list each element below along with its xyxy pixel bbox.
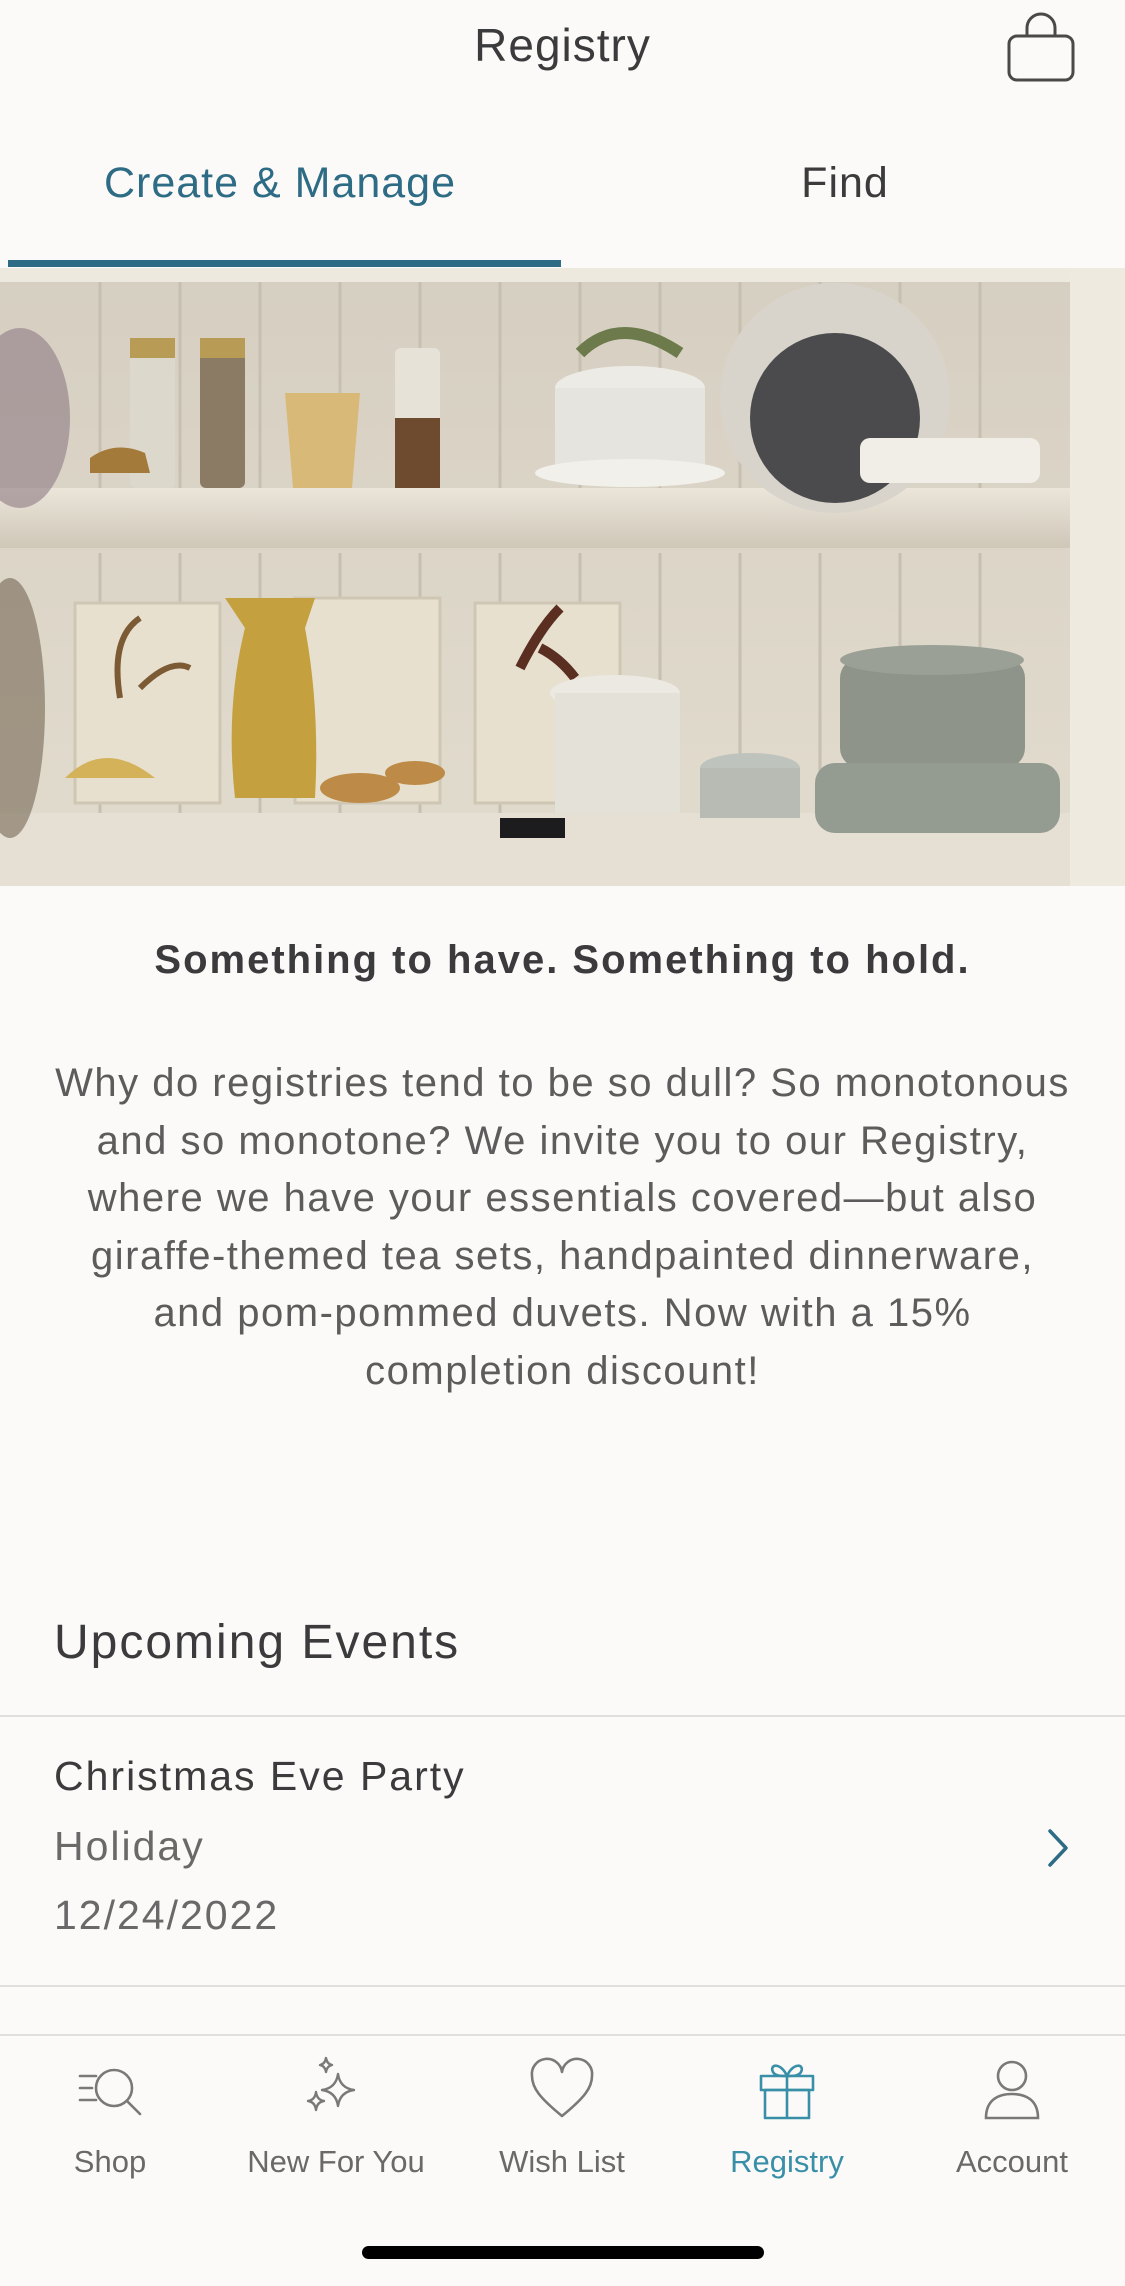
person-icon [984, 2060, 1040, 2120]
heart-icon [530, 2057, 594, 2118]
tabbar-new-for-you[interactable]: New For You [226, 2054, 446, 2204]
header: Registry [0, 0, 1125, 100]
registry-intro-text: Why do registries tend to be so dull? So… [55, 1061, 1070, 1393]
event-row[interactable]: Christmas Eve Party Holiday 12/24/2022 [0, 1717, 1125, 1985]
sparkles-icon [306, 2056, 356, 2112]
hero-image [0, 268, 1125, 886]
gift-icon [759, 2064, 815, 2120]
registry-headline: Something to have. Something to hold. [154, 938, 971, 982]
tabbar-label: Shop [73, 2144, 147, 2179]
page-title: Registry [474, 19, 651, 71]
tabbar-label: Account [955, 2144, 1068, 2179]
active-tab-indicator [8, 260, 561, 267]
tabbar-account[interactable]: Account [902, 2054, 1122, 2204]
tabbar-label: Wish List [499, 2144, 625, 2179]
tabbar-shop[interactable]: Shop [0, 2054, 220, 2204]
tabbar-label: Registry [730, 2144, 844, 2179]
tabbar-registry[interactable]: Registry [677, 2054, 897, 2204]
upcoming-events-title: Upcoming Events [54, 1616, 461, 1669]
tabbar-wish-list[interactable]: Wish List [452, 2054, 672, 2204]
shopping-bag-icon[interactable] [1003, 10, 1079, 86]
event-date: 12/24/2022 [54, 1892, 280, 1938]
chevron-right-icon [1040, 1825, 1076, 1871]
tabbar-label: New For You [247, 2144, 425, 2179]
event-name: Christmas Eve Party [54, 1753, 466, 1799]
tab-find[interactable]: Find [565, 100, 1125, 266]
search-icon [78, 2068, 142, 2116]
home-indicator [362, 2246, 764, 2259]
event-type: Holiday [54, 1823, 205, 1869]
segmented-tabs: Create & Manage Find [0, 100, 1125, 269]
tab-create-manage[interactable]: Create & Manage [0, 100, 560, 266]
divider [0, 1985, 1125, 1987]
